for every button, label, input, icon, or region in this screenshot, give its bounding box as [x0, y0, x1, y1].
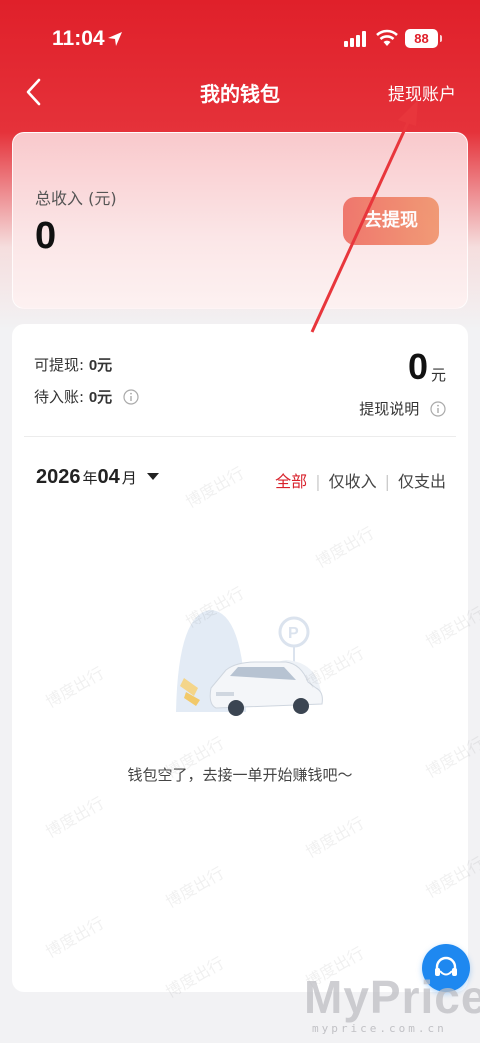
empty-wallet-illustration: P	[176, 610, 323, 716]
tab-all[interactable]: 全部	[275, 472, 307, 491]
watermark: 博度出行	[312, 523, 378, 572]
explain-info-icon	[430, 401, 446, 417]
watermark: 博度出行	[162, 863, 228, 912]
filter-tabs: 全部 | 仅收入 | 仅支出	[275, 468, 446, 492]
svg-text:P: P	[288, 625, 299, 642]
month-selector[interactable]: 2026 年04 月	[36, 466, 159, 489]
income-card: 总收入 (元) 0 去提现	[12, 132, 468, 309]
tab-separator: |	[315, 472, 321, 491]
withdrawable-row: 可提现: 0元	[34, 354, 112, 375]
withdraw-explain-label: 提现说明	[359, 400, 420, 418]
withdraw-explain-link[interactable]: 提现说明	[359, 398, 446, 419]
watermark: 博度出行	[302, 813, 368, 862]
withdraw-button[interactable]: 去提现	[343, 197, 439, 245]
watermark: 博度出行	[422, 603, 480, 652]
tab-expense-only[interactable]: 仅支出	[398, 472, 446, 491]
year-value: 2026	[36, 466, 81, 488]
location-arrow-icon	[108, 32, 122, 46]
pending-row: 待入账: 0元	[34, 386, 139, 407]
watermark: 博度出行	[182, 463, 248, 512]
watermark: 博度出行	[42, 793, 108, 842]
battery-indicator: 88	[405, 29, 442, 48]
divider	[24, 436, 456, 437]
empty-state-text: 钱包空了，去接一单开始赚钱吧～	[127, 766, 353, 784]
month-suffix: 月	[121, 470, 137, 487]
withdrawable-value: 0元	[88, 357, 113, 374]
wifi-icon	[376, 29, 398, 46]
watermark: 博度出行	[162, 953, 228, 1002]
withdraw-amount: 0	[407, 346, 428, 387]
watermark: 博度出行	[42, 913, 108, 962]
withdraw-account-link[interactable]: 提现账户	[388, 80, 456, 105]
tab-separator: |	[384, 472, 390, 491]
site-watermark-url: myprice.com.cn	[312, 1022, 447, 1035]
tab-income-only[interactable]: 仅收入	[329, 472, 377, 491]
pending-value: 0元	[88, 389, 113, 406]
status-bar: 11:04 88	[0, 0, 480, 78]
watermark: 博度出行	[422, 853, 480, 902]
dropdown-caret-icon	[146, 473, 159, 480]
cellular-signal-icon	[344, 31, 366, 47]
withdrawable-label: 可提现:	[34, 356, 89, 374]
withdraw-amount-unit: 元	[430, 366, 446, 384]
site-watermark-logo: MyPrice	[304, 971, 480, 1023]
wallet-detail-card: 可提现: 0元 待入账: 0元 0 元 提现说明 2026 年04 月 全部 | 仅收入…	[12, 324, 480, 1002]
pending-info-icon[interactable]	[123, 389, 139, 405]
status-time: 11:04	[52, 27, 105, 50]
watermark: 博度出行	[42, 663, 108, 712]
total-income-label: 总收入 (元)	[35, 189, 117, 208]
total-income-value: 0	[35, 215, 57, 257]
pending-label: 待入账:	[34, 388, 89, 406]
year-suffix: 年	[82, 470, 98, 487]
month-value: 04	[97, 466, 120, 488]
